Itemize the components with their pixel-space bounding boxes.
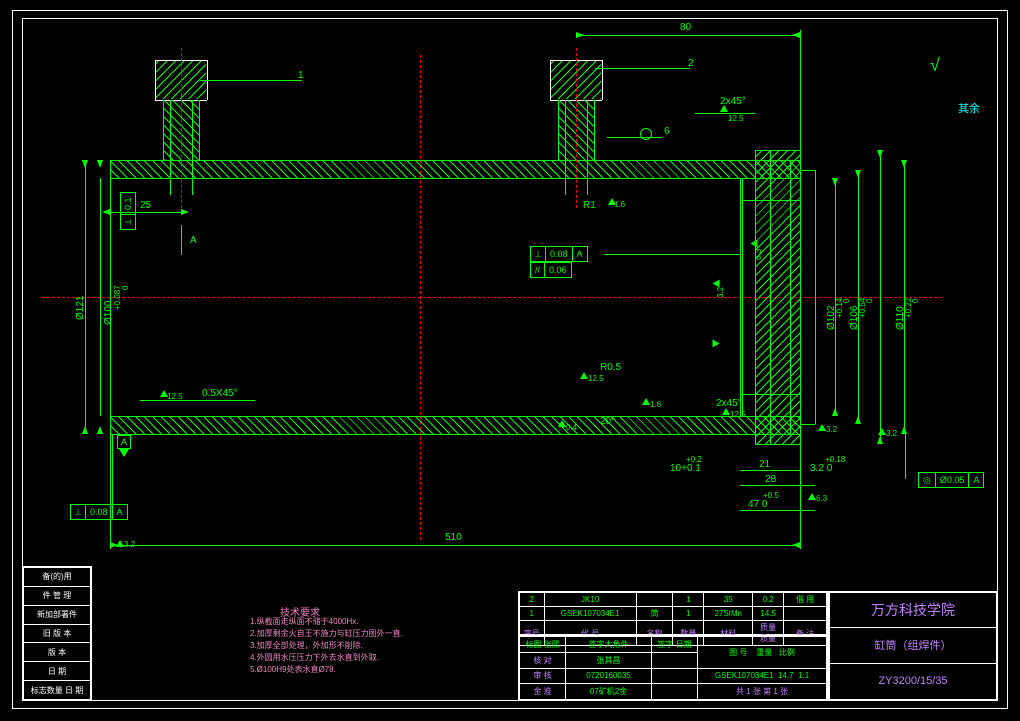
gdt-perp-008: ⟂0.08A xyxy=(70,504,128,520)
left-revision-block: 备(的)用 件 管 理 新加部署件 旧 版 本 版 本 日 期 标志数量 日 期 xyxy=(22,566,92,701)
hatch-top xyxy=(110,161,800,178)
dim-21: 21 xyxy=(759,459,770,470)
note-1: 1.纵截面走纵面不储于4000Hx. xyxy=(250,616,358,627)
surf-3_2-r2: 3.2 xyxy=(886,429,897,438)
title-block-left: 标图 张熙签字大角件签字 日期图 号 重量 比例 核 对张其昌 审 核07201… xyxy=(518,635,828,701)
bom-block: 2JK10 1350.2借 用 1GSEK107034E1筒 127SIMn14… xyxy=(518,591,828,635)
dim-28: 28 xyxy=(765,474,776,485)
chamfer-0_5x45: 0.5X45° xyxy=(202,388,238,399)
rest-label: 其余 xyxy=(958,100,980,116)
hatch-flange xyxy=(756,151,800,444)
dim-80: 80 xyxy=(680,22,691,33)
org-name: 万方科技学院 xyxy=(830,593,997,628)
surf-12_5-rb: 12.5 xyxy=(730,410,746,419)
datum-A-left: A xyxy=(117,435,131,449)
dim-phi121: Ø121 xyxy=(75,296,86,320)
gdt-coax-008: ⟂0.08A xyxy=(530,246,588,262)
surf-12_5-r: 12.5 xyxy=(588,374,604,383)
surface-mark-global: √ xyxy=(930,55,940,76)
h-centerline xyxy=(42,297,942,298)
note-4: 4.外圆用水压压力下外去水直到外取. xyxy=(250,652,379,663)
title-block-right: 万方科技学院 缸筒（组焊件） ZY3200/15/35 xyxy=(828,591,998,701)
weld-6: 6 xyxy=(664,126,670,137)
note-5: 5.Ø100H9处表水直Ø78. xyxy=(250,664,336,675)
body-left xyxy=(110,160,111,434)
right-end xyxy=(800,160,801,434)
drawing-number: ZY3200/15/35 xyxy=(830,663,997,699)
surf-1_6-r1: 1.6 xyxy=(614,200,625,209)
phi102-l: 0 xyxy=(842,299,851,303)
drawing-canvas: 80 1 2 25 2x45° 12.5 6 R1 1.6 ⟂0.08A //0… xyxy=(0,0,1020,721)
gdt-conc-005: ◎Ø0.05A xyxy=(918,472,984,488)
note-3: 3.加厚全部处理，外加形不削除. xyxy=(250,640,363,651)
surf-6_3-r: 6.3 xyxy=(754,249,763,260)
note-2: 2.加厚剩余火自王不施力与缸压力图外一直. xyxy=(250,628,403,639)
body-bot-outer xyxy=(110,434,800,435)
surf-1_6-20: 1.6 xyxy=(650,400,661,409)
dim-3_2: 3.2 0 xyxy=(810,463,832,474)
surf-12_5-top: 12.5 xyxy=(728,114,744,123)
body-top-inner xyxy=(110,178,800,179)
surf-12_5-left: 12.5 xyxy=(167,392,183,401)
dim-25: 25 xyxy=(140,200,151,211)
dim-10: 10+0.1 xyxy=(670,463,701,474)
gdt-par-006: //0.06 xyxy=(530,262,572,278)
dim-80-line xyxy=(576,35,800,36)
phi106-l: 0 xyxy=(865,299,874,303)
gdt-left-01: ⟂0.1 xyxy=(120,192,136,230)
dim-510: 510 xyxy=(445,532,462,543)
dim-r1: R1 xyxy=(583,200,596,211)
dim-r0_5: R0.5 xyxy=(600,362,621,373)
leader-1: 1 xyxy=(298,70,304,81)
surf-3_2-r1: 3.2 xyxy=(826,425,837,434)
v-centerline-mid xyxy=(420,55,421,540)
dim-47: 47 0 xyxy=(748,499,767,510)
phi110-l: 0 xyxy=(911,299,920,303)
dim-20deg: 20° xyxy=(600,416,615,427)
section-A: A xyxy=(190,235,197,246)
hatch-bot xyxy=(110,417,800,434)
part-name: 缸筒（组焊件） xyxy=(830,628,997,663)
leader-2: 2 xyxy=(688,58,694,69)
phi100-tol-l: 0 xyxy=(121,286,130,290)
surf-0_4: 0.4 xyxy=(566,423,577,432)
